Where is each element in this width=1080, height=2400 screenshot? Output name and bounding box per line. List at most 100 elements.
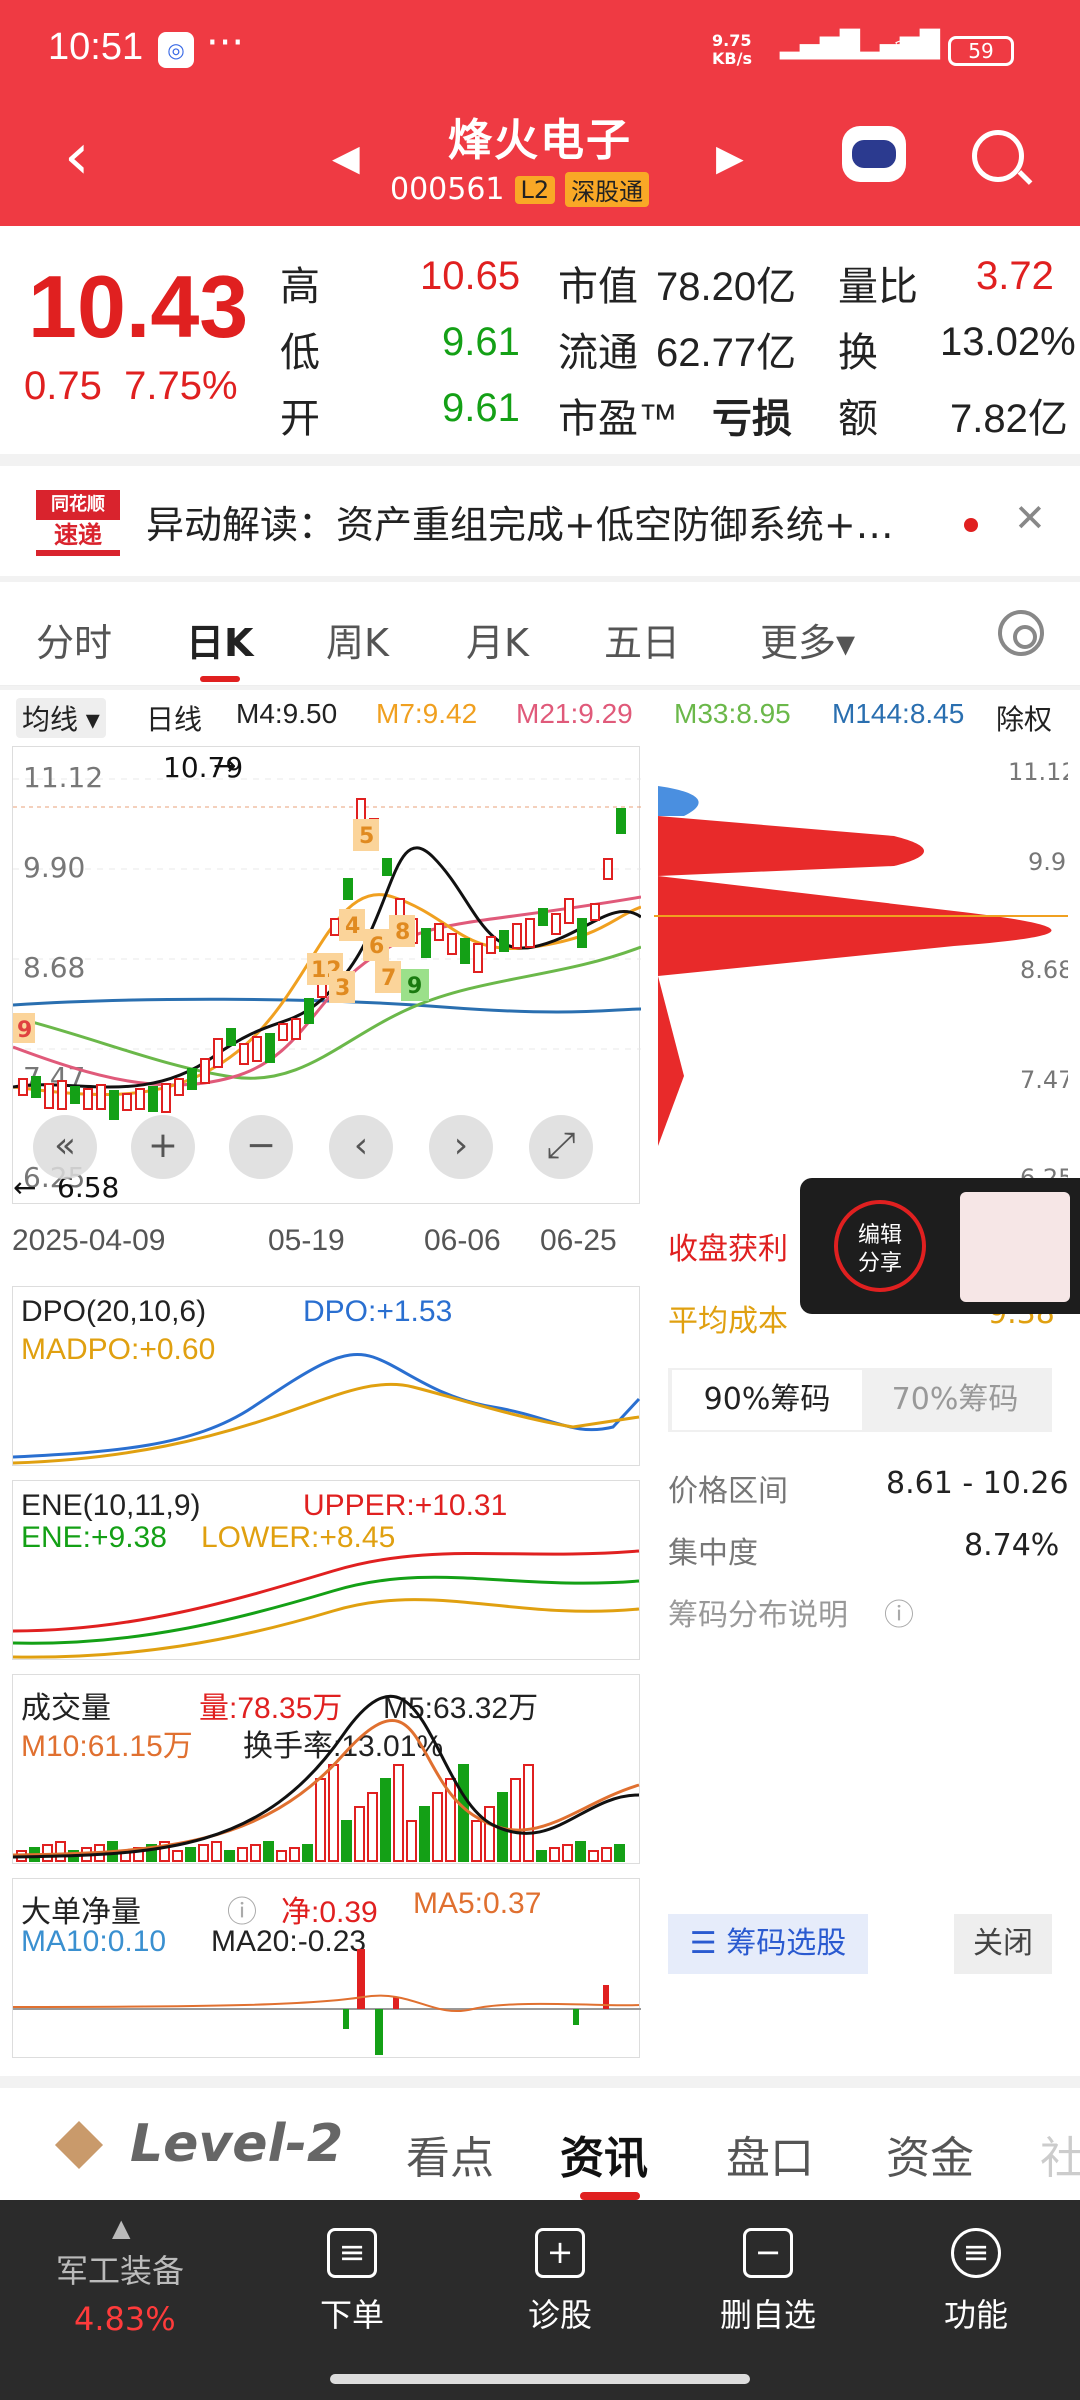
tab-highlights[interactable]: 看点	[406, 2122, 494, 2186]
volume-bar	[393, 1764, 404, 1862]
concentration-label: 集中度	[668, 1536, 758, 1571]
fullscreen-button[interactable]: ⤢	[529, 1115, 593, 1179]
tab-community[interactable]: 社	[1040, 2122, 1080, 2186]
candlestick	[447, 933, 457, 955]
chart-area: 11.12 9.90 8.68 7.47 6.25 10.79 → ← 6.58…	[0, 742, 1080, 2076]
stock-code-line: 000561 L2 深股通	[390, 172, 650, 207]
adjust-label[interactable]: 除权	[996, 698, 1052, 738]
zoom-in-button[interactable]: +	[131, 1115, 195, 1179]
edit-share-button[interactable]: 编辑 分享	[834, 1200, 926, 1292]
candlestick	[148, 1086, 158, 1112]
chip-stock-select-button[interactable]: ☰ 筹码选股	[668, 1914, 868, 1974]
chip-select-label: 筹码选股	[726, 1926, 847, 1961]
scroll-right-button[interactable]: ›	[429, 1115, 493, 1179]
dpo-panel[interactable]: DPO(20,10,6) DPO:+1.53 MADPO:+0.60	[12, 1286, 641, 1466]
candlestick	[109, 1090, 119, 1120]
tab-news[interactable]: 资讯	[560, 2122, 648, 2186]
avg-cost-label: 平均成本	[668, 1304, 788, 1339]
news-banner[interactable]: 同花顺 速递 异动解读：资产重组完成+低空防御系统+… ✕	[0, 466, 1080, 576]
high-value: 10.65	[420, 254, 521, 298]
tab-90-chip[interactable]: 90%筹码	[672, 1370, 862, 1430]
functions-label: 功能	[943, 2296, 1008, 2334]
volume-bar	[55, 1841, 66, 1862]
candlestick	[57, 1080, 67, 1110]
diagnose-button[interactable]: + 诊股	[490, 2228, 630, 2336]
zoom-out-button[interactable]: −	[229, 1115, 293, 1179]
remove-icon: −	[743, 2228, 793, 2278]
kline-panel[interactable]: 11.12 9.90 8.68 7.47 6.25 10.79 → ← 6.58…	[12, 746, 642, 1204]
expand-up-icon[interactable]: ▲	[112, 2214, 130, 2242]
candlestick	[174, 1078, 184, 1096]
candlestick	[512, 923, 522, 949]
volume-bar	[328, 1764, 339, 1862]
assistant-robot-icon[interactable]	[842, 126, 906, 182]
zoom-out-fast-button[interactable]: «	[33, 1115, 97, 1179]
high-label: 高	[280, 265, 320, 309]
candlestick	[161, 1083, 171, 1113]
change-percent: 7.75%	[124, 364, 238, 408]
tab-70-chip[interactable]: 70%筹码	[862, 1370, 1048, 1430]
search-icon[interactable]	[972, 130, 1024, 182]
tab-orderbook[interactable]: 盘口	[726, 2122, 814, 2186]
news-headline[interactable]: 异动解读：资产重组完成+低空防御系统+…	[146, 494, 954, 549]
date-tick: 06-25	[540, 1224, 617, 1257]
menu-icon: ≡	[951, 2228, 1001, 2278]
volume-bar	[367, 1792, 378, 1862]
tab-daily[interactable]: 日K	[186, 612, 253, 667]
big-order-panel[interactable]: 大单净量 ⓘ 净:0.39 MA5:0.37 MA10:0.10 MA20:-0…	[12, 1878, 641, 2058]
y-tick: 11.12	[23, 761, 103, 794]
volume-bar	[406, 1820, 417, 1862]
home-indicator[interactable]	[330, 2374, 750, 2384]
candlestick	[226, 1028, 236, 1046]
tab-weekly[interactable]: 周K	[326, 612, 389, 667]
candlestick	[187, 1068, 197, 1090]
quote-panel: 10.43 0.75 7.75% 高 10.65 低 9.61 开 9.61 市…	[0, 226, 1080, 454]
period-label: 日线	[146, 704, 203, 735]
screenshot-thumbnail[interactable]	[960, 1192, 1070, 1302]
title-bar: ‹ ◀ 烽火电子 ▶ 000561 L2 深股通	[0, 100, 1080, 226]
ma-mode-select[interactable]: 均线 ▾	[16, 698, 106, 738]
sector-name[interactable]: 军工装备	[56, 2246, 184, 2292]
amount-value: 7.82亿	[950, 397, 1068, 441]
scroll-left-button[interactable]: ‹	[329, 1115, 393, 1179]
tab-funds[interactable]: 资金	[886, 2122, 974, 2186]
concentration-value: 8.74%	[964, 1528, 1060, 1563]
tab-monthly[interactable]: 月K	[466, 612, 529, 667]
y-tick: 8.68	[23, 951, 85, 984]
order-icon: ≡	[327, 2228, 377, 2278]
signal-badge: 4	[345, 914, 360, 939]
vol-ratio-label: 量比	[838, 265, 918, 309]
bottom-toolbar: ▲ 军工装备 4.83% ≡ 下单 + 诊股 − 删自选 ≡ 功能	[0, 2200, 1080, 2400]
candlestick	[330, 918, 340, 936]
l2-badge: L2	[514, 175, 556, 204]
turnover-label: 换	[838, 331, 878, 375]
ma144-label: M144:8.45	[832, 698, 965, 729]
pe-value: 亏损	[712, 397, 792, 441]
share-floating-widget[interactable]: 编辑 分享	[800, 1178, 1080, 1314]
low-arrow: ←	[13, 1171, 36, 1204]
tab-five-day[interactable]: 五日	[604, 612, 680, 667]
candlestick	[538, 908, 548, 926]
chip-explain-link[interactable]: 筹码分布说明	[668, 1590, 848, 1634]
order-button[interactable]: ≡ 下单	[282, 2228, 422, 2336]
next-stock-icon[interactable]: ▶	[716, 138, 744, 179]
close-icon[interactable]: ✕	[1014, 496, 1046, 540]
tab-more[interactable]: 更多▾	[760, 612, 855, 667]
remove-watchlist-button[interactable]: − 删自选	[698, 2228, 838, 2336]
volume-bar	[341, 1820, 352, 1862]
volume-panel[interactable]: 成交量 量:78.35万 M5:63.32万 M10:61.15万 换手率:13…	[12, 1674, 640, 1864]
ene-panel[interactable]: ENE(10,11,9) UPPER:+10.31 ENE:+9.38 LOWE…	[12, 1480, 640, 1660]
volume-bar	[302, 1844, 313, 1862]
help-icon[interactable]: ⓘ	[884, 1590, 914, 1634]
level2-label[interactable]: Level-2	[130, 2114, 343, 2174]
candlestick	[96, 1084, 106, 1110]
functions-button[interactable]: ≡ 功能	[906, 2228, 1046, 2336]
high-arrow: →	[213, 749, 236, 782]
candlestick	[616, 808, 626, 834]
candlestick	[486, 936, 496, 954]
tab-intraday[interactable]: 分时	[36, 612, 112, 667]
profit-label: 收盘获利	[668, 1232, 788, 1267]
mcap-label: 市值	[558, 265, 638, 309]
chip-close-button[interactable]: 关闭	[954, 1914, 1052, 1974]
settings-icon[interactable]	[998, 610, 1044, 656]
